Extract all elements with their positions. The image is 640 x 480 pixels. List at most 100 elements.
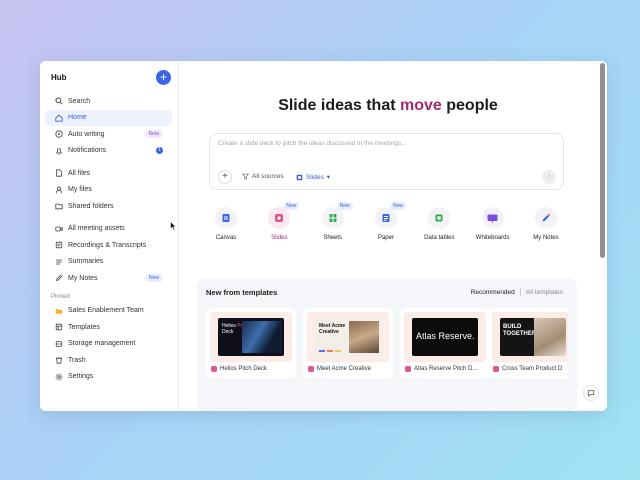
new-tag: New xyxy=(283,202,300,210)
pinned-item-storage[interactable]: Storage management xyxy=(45,336,172,353)
sidebar-item-label: All meeting assets xyxy=(68,225,125,233)
sidebar-item-label: Sales Enablement Team xyxy=(68,307,144,315)
templates-title: New from templates xyxy=(206,288,278,297)
sidebar-item-label: My files xyxy=(68,186,92,194)
sidebar-item-summaries[interactable]: Summaries xyxy=(45,254,172,271)
new-tag: New xyxy=(144,274,163,283)
templates-section: New from templates Recommended All templ… xyxy=(197,278,577,411)
template-caption: Cross Team Product D xyxy=(502,366,563,372)
prompt-box: + All sources Slides ▾ ↑ xyxy=(209,133,564,190)
type-data-tables[interactable]: Data tables xyxy=(414,207,464,241)
type-slides[interactable]: New Slides xyxy=(254,202,304,241)
sidebar-item-auto-writing[interactable]: Auto writing Beta xyxy=(45,126,172,143)
type-my-notes[interactable]: My Notes xyxy=(521,207,571,241)
template-card-cross-team[interactable]: BUILD TOGETHER Cross Team Product D xyxy=(488,308,568,378)
slides-icon xyxy=(493,366,499,372)
template-thumbnail: Meet Acme Creative xyxy=(315,318,381,356)
new-tag: New xyxy=(336,202,353,210)
sheets-icon xyxy=(329,214,337,222)
new-button[interactable]: + xyxy=(156,69,171,85)
mode-selector[interactable]: Slides ▾ xyxy=(296,173,330,181)
my-notes-icon xyxy=(542,213,550,222)
sidebar-item-my-notes[interactable]: My Notes New xyxy=(45,270,172,287)
bell-icon xyxy=(55,147,63,155)
paper-icon xyxy=(382,214,390,222)
main-content: Slide ideas that move people + All sourc… xyxy=(179,61,607,411)
app-window: Hub + Search Home Auto writing Beta Noti… xyxy=(40,61,607,411)
tab-all-templates[interactable]: All templates xyxy=(526,289,563,296)
sidebar-header: Hub + xyxy=(40,69,178,85)
slides-icon xyxy=(275,214,284,222)
template-cards: Helios PitchDeck Helios Pitch Deck Meet … xyxy=(206,308,490,378)
slides-icon xyxy=(405,366,411,372)
folder-yellow-icon xyxy=(55,307,63,315)
templates-tabs: Recommended All templates xyxy=(471,288,563,296)
slides-icon xyxy=(296,174,303,180)
sidebar-item-my-files[interactable]: My files xyxy=(45,182,172,199)
sidebar-item-label: Summaries xyxy=(68,258,104,266)
hub-title: Hub xyxy=(51,72,67,82)
pinned-item-templates[interactable]: Templates xyxy=(45,319,172,336)
pinned-item-trash[interactable]: Trash xyxy=(45,352,172,369)
trash-icon xyxy=(55,356,63,364)
sidebar-item-notifications[interactable]: Notifications 1 xyxy=(45,143,172,160)
template-thumbnail: BUILD TOGETHER xyxy=(500,318,566,356)
chevron-down-icon: ▾ xyxy=(326,174,330,181)
prompt-input[interactable] xyxy=(218,140,548,147)
sidebar-item-label: All files xyxy=(68,169,91,177)
sidebar-item-label: Search xyxy=(68,97,91,105)
pinned-item-settings[interactable]: Settings xyxy=(45,369,172,386)
sidebar-item-shared-folders[interactable]: Shared folders xyxy=(45,198,172,215)
sidebar-item-recordings[interactable]: Recordings & Transcripts xyxy=(45,237,172,254)
mouse-cursor-icon xyxy=(170,221,177,231)
template-thumbnail: Atlas Reserve. xyxy=(412,318,478,356)
meeting-icon xyxy=(55,225,63,233)
sidebar-item-label: Templates xyxy=(68,323,100,331)
template-thumbnail: Helios PitchDeck xyxy=(218,318,284,356)
headline-accent: move xyxy=(400,97,442,114)
type-paper[interactable]: New Paper xyxy=(361,202,411,241)
beta-tag: Beta xyxy=(144,130,163,139)
tab-recommended[interactable]: Recommended xyxy=(471,289,515,296)
sidebar-item-home[interactable]: Home xyxy=(45,109,172,126)
sidebar-item-all-files[interactable]: All files xyxy=(45,165,172,182)
sidebar-item-search[interactable]: Search xyxy=(45,93,172,110)
sidebar-item-label: Auto writing xyxy=(68,130,105,138)
template-card-acme[interactable]: Meet Acme Creative Meet Acme Creative xyxy=(303,308,393,378)
slides-icon xyxy=(308,366,314,372)
sidebar-item-meeting-assets[interactable]: All meeting assets xyxy=(45,221,172,238)
sidebar-item-label: Trash xyxy=(68,356,86,364)
scrollbar-thumb[interactable] xyxy=(600,63,605,258)
send-button[interactable]: ↑ xyxy=(542,170,556,184)
template-caption: Helios Pitch Deck xyxy=(220,366,268,372)
search-icon xyxy=(55,97,63,105)
user-icon xyxy=(55,186,63,194)
file-icon xyxy=(55,169,63,177)
gear-icon xyxy=(55,373,63,381)
chat-button[interactable] xyxy=(583,385,599,401)
template-caption: Atlas Reserve Pitch D... xyxy=(414,366,478,372)
type-canvas[interactable]: Canvas xyxy=(201,207,251,241)
doc-type-row: Canvas New Slides New Sheets New Paper D… xyxy=(201,202,571,241)
sidebar-item-label: Home xyxy=(68,114,87,122)
folder-icon xyxy=(55,202,63,210)
sidebar-item-label: Recordings & Transcripts xyxy=(68,241,147,249)
data-tables-icon xyxy=(435,214,443,222)
type-sheets[interactable]: New Sheets xyxy=(308,202,358,241)
sidebar: Hub + Search Home Auto writing Beta Noti… xyxy=(40,61,179,411)
template-card-helios[interactable]: Helios PitchDeck Helios Pitch Deck xyxy=(206,308,296,378)
pinned-item-sales-enablement[interactable]: Sales Enablement Team xyxy=(45,303,172,320)
summary-icon xyxy=(55,258,63,266)
template-card-atlas[interactable]: Atlas Reserve. Atlas Reserve Pitch D... xyxy=(400,308,490,378)
type-whiteboards[interactable]: Whiteboards xyxy=(468,207,518,241)
sources-filter[interactable]: All sources xyxy=(242,173,284,180)
notification-badge: 1 xyxy=(156,147,163,155)
notes-icon xyxy=(55,274,63,282)
new-tag: New xyxy=(389,202,406,210)
chat-icon xyxy=(587,390,595,397)
home-icon xyxy=(55,114,63,122)
canvas-icon xyxy=(222,214,230,222)
slides-icon xyxy=(211,366,217,372)
attach-button[interactable]: + xyxy=(218,170,232,184)
storage-icon xyxy=(55,340,63,348)
